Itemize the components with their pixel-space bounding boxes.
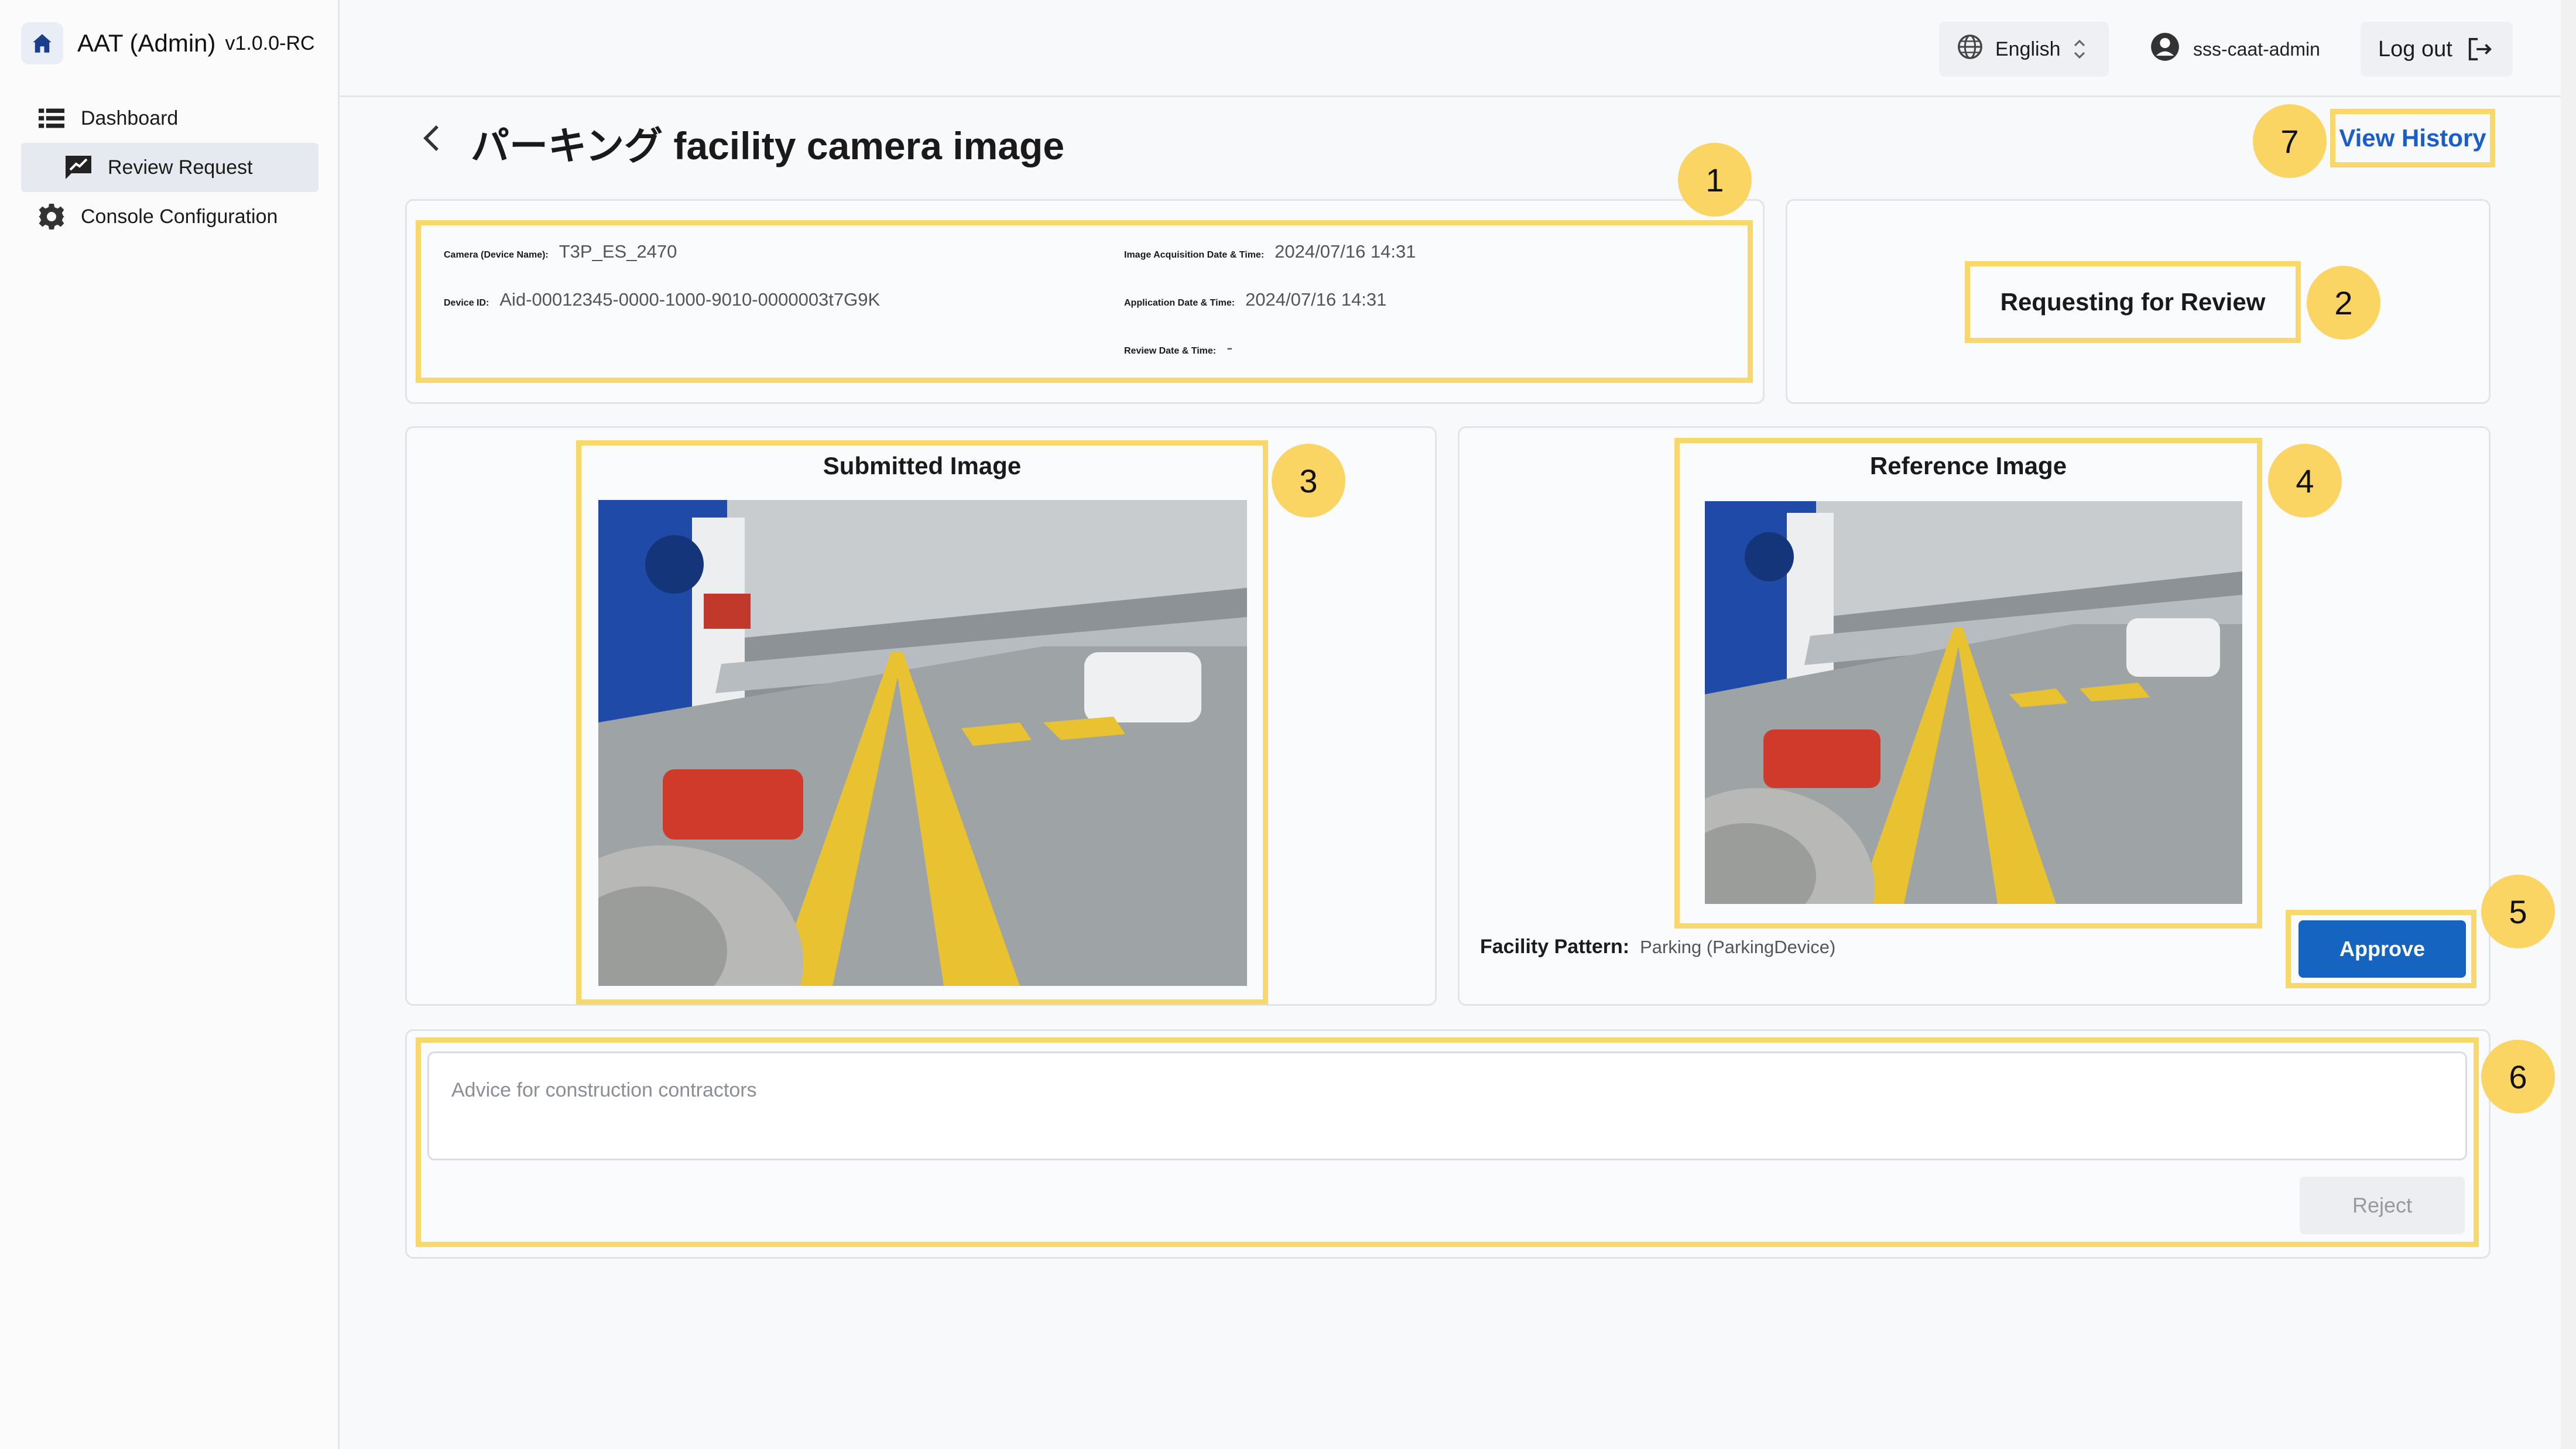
acquisition-row: Image Acquisition Date & Time: 2024/07/16… (1124, 241, 1416, 262)
page-title: パーキング facility camera image (471, 124, 1065, 167)
device-id-value: Aid-00012345-0000-1000-9010-0000003t7G9K (499, 289, 881, 310)
annotation-badge-7: 7 (2253, 104, 2327, 178)
facility-pattern: Facility Pattern: Parking (ParkingDevice) (1480, 936, 1835, 958)
acquisition-value: 2024/07/16 14:31 (1275, 241, 1416, 262)
annotation-badge-4: 4 (2268, 444, 2342, 518)
annotation-badge-6: 6 (2481, 1040, 2555, 1114)
application-value: 2024/07/16 14:31 (1245, 289, 1387, 310)
reference-image[interactable] (1705, 501, 2242, 904)
brand[interactable]: AAT (Admin) v1.0.0-RC (21, 21, 315, 66)
annotation-badge-2: 2 (2307, 266, 2380, 340)
camera-name-value: T3P_ES_2470 (559, 241, 677, 262)
annotation-badge-3: 3 (1272, 444, 1345, 518)
review-date-value: - (1227, 337, 1233, 358)
chevron-left-icon (422, 124, 441, 156)
facility-pattern-label: Facility Pattern: (1480, 936, 1630, 958)
sidebar-item-dashboard[interactable]: Dashboard (21, 94, 318, 143)
submitted-image-title: Submitted Image (823, 452, 1022, 479)
review-date-row: Review Date & Time: - (1124, 337, 1232, 358)
app-title: AAT (Admin) (77, 29, 216, 57)
application-label: Application Date & Time: (1124, 298, 1235, 308)
account-icon (2150, 32, 2180, 67)
sidebar-item-label: Review Request (108, 156, 253, 179)
list-icon (35, 102, 68, 135)
language-label: English (1995, 37, 2061, 60)
logout-icon (2467, 36, 2493, 63)
home-icon[interactable] (21, 22, 63, 64)
camera-name-row: Camera (Device Name): T3P_ES_2470 (444, 241, 677, 262)
review-date-label: Review Date & Time: (1124, 346, 1217, 356)
advice-textarea[interactable]: Advice for construction contractors (427, 1051, 2467, 1160)
application-row: Application Date & Time: 2024/07/16 14:31 (1124, 289, 1386, 310)
app-version: v1.0.0-RC (225, 32, 315, 54)
sidebar-item-console-configuration[interactable]: Console Configuration (21, 192, 318, 241)
sidebar-item-label: Console Configuration (81, 205, 278, 228)
sidebar: AAT (Admin) v1.0.0-RC Dashboard Review R… (0, 0, 340, 1449)
submitted-image[interactable] (598, 500, 1247, 986)
reference-image-title: Reference Image (1869, 452, 2067, 479)
annotation-badge-5: 5 (2481, 875, 2555, 948)
sidebar-item-label: Dashboard (81, 107, 179, 129)
language-selector[interactable]: English (1939, 22, 2109, 77)
approve-button[interactable]: Approve (2298, 920, 2466, 978)
logout-label: Log out (2378, 36, 2452, 61)
chevron-updown-icon (2074, 39, 2085, 60)
facility-pattern-value: Parking (ParkingDevice) (1640, 937, 1836, 957)
sidebar-item-review-request[interactable]: Review Request (21, 143, 318, 192)
camera-name-label: Camera (Device Name): (444, 250, 549, 260)
reject-button[interactable]: Reject (2300, 1177, 2465, 1234)
globe-icon (1957, 33, 1984, 66)
user-account[interactable]: sss-caat-admin (2150, 22, 2320, 77)
review-icon (62, 151, 95, 184)
sidebar-nav: Dashboard Review Request Console Configu… (21, 94, 318, 241)
logout-button[interactable]: Log out (2361, 22, 2513, 77)
view-history-link[interactable]: View History (2330, 109, 2495, 167)
back-button[interactable] (411, 117, 452, 162)
gear-icon (35, 200, 68, 233)
vertical-scrollbar[interactable] (2561, 0, 2576, 1449)
annotation-badge-1: 1 (1678, 143, 1752, 217)
device-id-label: Device ID: (444, 298, 489, 308)
status-badge: Requesting for Review (1965, 261, 2301, 343)
device-id-row: Device ID: Aid-00012345-0000-1000-9010-00… (444, 289, 880, 310)
username: sss-caat-admin (2193, 38, 2320, 60)
acquisition-label: Image Acquisition Date & Time: (1124, 250, 1265, 260)
